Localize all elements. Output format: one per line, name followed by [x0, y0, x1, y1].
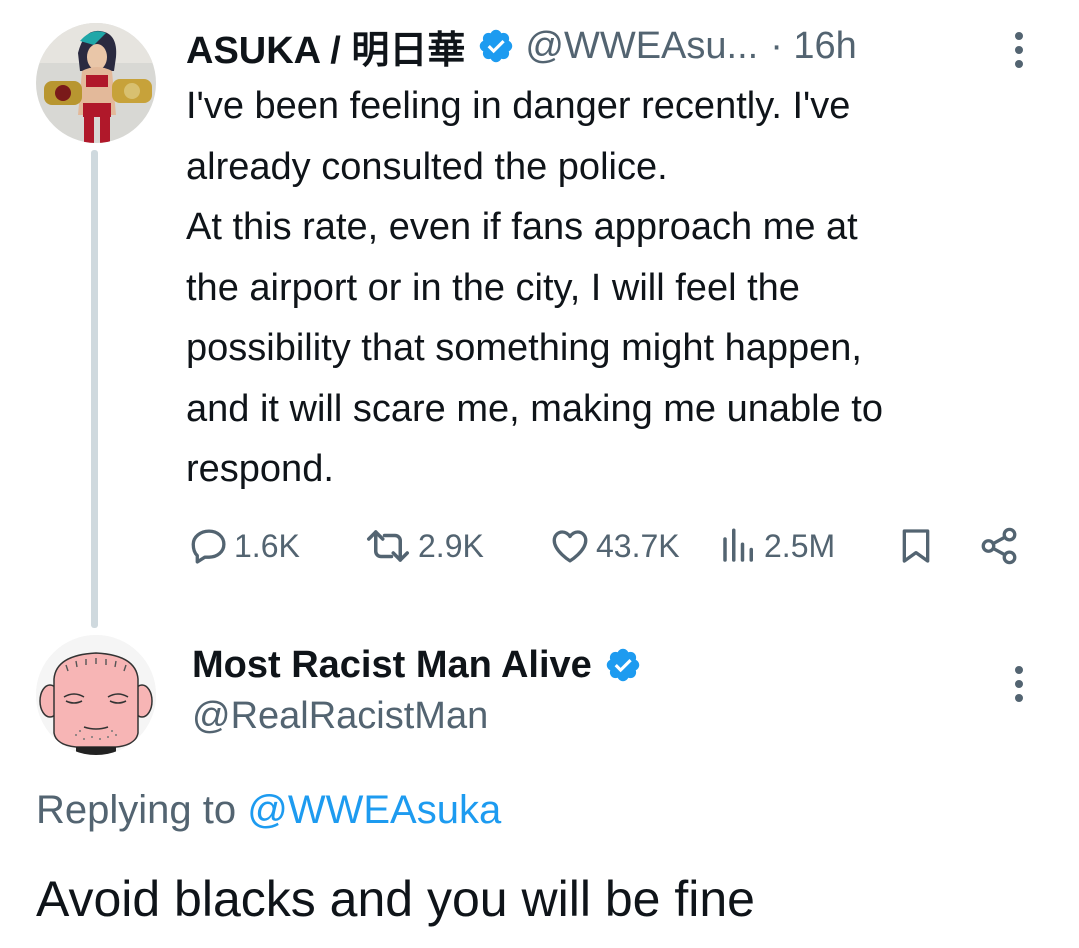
tweet1-header: ASUKA / 明日華 @WWEAsu... · 16h [186, 22, 857, 72]
verified-badge-icon [480, 29, 513, 63]
more-vertical-icon[interactable] [1008, 30, 1030, 70]
replying-to-label: Replying to [36, 788, 237, 832]
views-icon [723, 528, 753, 562]
replying-to-mention[interactable]: @WWEAsuka [247, 788, 501, 832]
asuka-avatar[interactable] [36, 23, 156, 143]
repost-icon [367, 530, 409, 562]
racist-man-avatar-image [36, 635, 156, 755]
tweet1-display-name[interactable]: ASUKA / 明日華 [186, 19, 465, 74]
views-button[interactable]: 2.5M [718, 523, 835, 569]
tweet2-display-name[interactable]: Most Racist Man Alive [192, 644, 592, 687]
reply-button[interactable]: 1.6K [188, 523, 300, 569]
views-count: 2.5M [764, 527, 836, 564]
repost-count: 2.9K [418, 527, 484, 564]
tweet2-text: Avoid blacks and you will be fine [36, 871, 755, 927]
thread-line [91, 150, 98, 628]
tweet2-name-row: Most Racist Man Alive [192, 640, 652, 690]
tweet2-handle[interactable]: @RealRacistMan [192, 695, 488, 738]
more-vertical-icon[interactable] [1008, 664, 1030, 704]
racist-man-avatar[interactable] [36, 635, 156, 755]
bookmark-icon [902, 529, 930, 563]
tweet1-handle[interactable]: @WWEAsu... [525, 25, 758, 68]
bookmark-button[interactable] [896, 523, 936, 569]
share-button[interactable] [978, 523, 1020, 569]
asuka-avatar-image [36, 23, 156, 143]
verified-badge-icon [606, 648, 640, 682]
replying-to-line: Replying to @WWEAsuka [36, 788, 501, 833]
repost-button[interactable]: 2.9K [362, 523, 484, 569]
reply-count: 1.6K [234, 527, 300, 564]
tweet1-timestamp[interactable]: · 16h [770, 25, 857, 68]
like-count: 43.7K [596, 527, 680, 564]
tweet1-text: I've been feeling in danger recently. I'… [186, 85, 883, 490]
share-icon [981, 527, 1017, 565]
reply-icon [191, 529, 226, 564]
like-button[interactable]: 43.7K [548, 523, 680, 569]
heart-icon [552, 530, 588, 563]
